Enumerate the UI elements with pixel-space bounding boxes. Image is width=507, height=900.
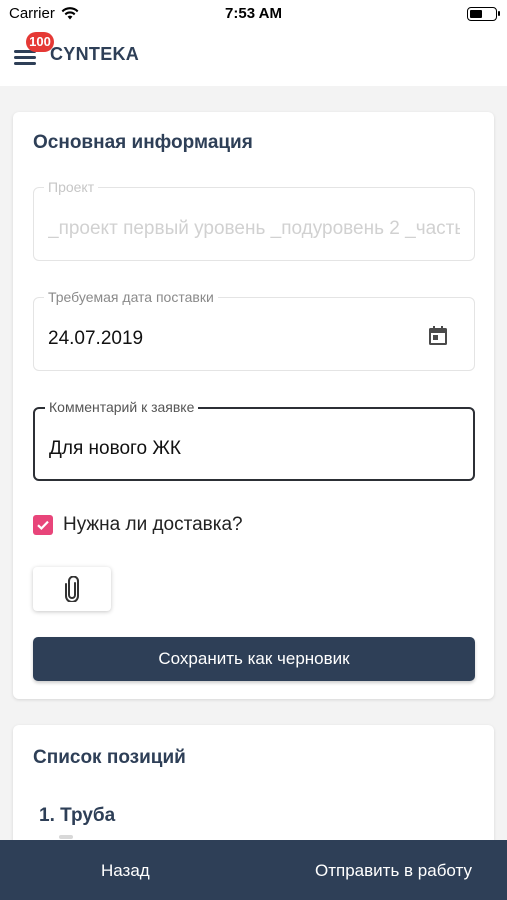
main-info-title: Основная информация — [33, 132, 253, 153]
clock: 7:53 AM — [225, 5, 282, 22]
positions-title: Список позиций — [33, 747, 186, 768]
app-header: 100 CYNTEKA — [0, 28, 507, 86]
main-info-card: Основная информация Проект _проект первы… — [13, 112, 494, 699]
bottom-action-bar: Назад Отправить в работу — [0, 840, 507, 900]
delivery-date-label: Требуемая дата поставки — [44, 289, 218, 305]
project-field: Проект _проект первый уровень _подуровен… — [33, 179, 475, 261]
checkmark-icon — [37, 520, 49, 530]
hamburger-icon-line — [14, 56, 36, 59]
paperclip-icon — [65, 576, 79, 602]
comment-field[interactable]: Комментарий к заявке Для нового ЖК — [33, 399, 475, 481]
hamburger-icon-line — [14, 62, 36, 65]
project-field-label: Проект — [44, 179, 99, 195]
comment-field-value[interactable]: Для нового ЖК — [49, 438, 459, 460]
delivery-date-value[interactable]: 24.07.2019 — [48, 328, 460, 350]
calendar-icon[interactable] — [426, 324, 450, 348]
app-logo: CYNTEKA — [50, 44, 140, 64]
attach-file-button[interactable] — [33, 567, 111, 611]
delivery-checkbox-row[interactable]: Нужна ли доставка? — [33, 514, 243, 536]
delivery-date-field[interactable]: Требуемая дата поставки 24.07.2019 — [33, 289, 475, 371]
project-field-value: _проект первый уровень _подуровень 2 _ча… — [48, 218, 460, 239]
battery-icon — [467, 7, 500, 21]
comment-field-label: Комментарий к заявке — [45, 399, 199, 415]
list-item[interactable]: 1. Труба — [39, 805, 115, 827]
delivery-checkbox[interactable] — [33, 515, 53, 535]
save-draft-button[interactable]: Сохранить как черновик — [33, 637, 475, 681]
battery-level — [470, 10, 482, 18]
back-button[interactable]: Назад — [101, 840, 150, 900]
send-to-work-button[interactable]: Отправить в работу — [315, 840, 472, 900]
delivery-checkbox-label: Нужна ли доставка? — [63, 514, 243, 535]
list-item-subtitle — [59, 835, 73, 839]
status-bar: Carrier 7:53 AM — [0, 0, 507, 28]
